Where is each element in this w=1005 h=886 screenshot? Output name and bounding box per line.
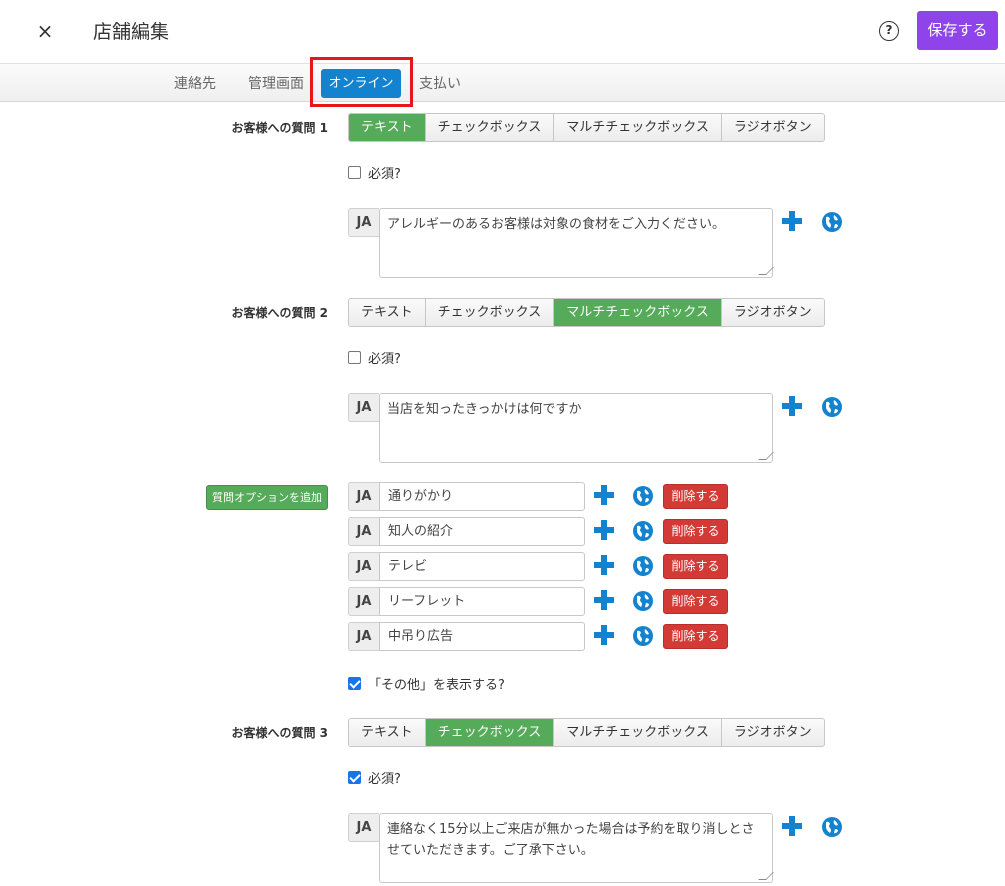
tab-bar: 連絡先 管理画面 オンライン 支払い	[0, 63, 1005, 102]
plus-icon[interactable]	[782, 816, 802, 836]
required-label: 必須?	[368, 772, 401, 787]
tab-highlight-box	[310, 57, 413, 107]
option-input[interactable]: リーフレット	[379, 587, 585, 616]
plus-icon[interactable]	[594, 485, 614, 505]
show-other-checkbox[interactable]: 「その他」を表示する?	[348, 674, 505, 693]
language-badge: JA	[348, 622, 379, 651]
required-checkbox[interactable]: 必須?	[348, 163, 401, 182]
delete-option-button[interactable]: 削除する	[663, 589, 728, 614]
option-input[interactable]: 通りがかり	[379, 482, 585, 511]
question-type-selector: テキスト チェックボックス マルチチェックボックス ラジオボタン	[348, 718, 825, 747]
close-icon[interactable]: ×	[34, 18, 56, 44]
question-label: お客様への質問 2	[231, 306, 328, 320]
plus-icon[interactable]	[594, 625, 614, 645]
option-input[interactable]: 知人の紹介	[379, 517, 585, 546]
required-checkbox[interactable]: 必須?	[348, 768, 401, 787]
type-radio-option[interactable]: ラジオボタン	[721, 299, 824, 326]
type-radio-option[interactable]: ラジオボタン	[721, 719, 824, 746]
option-input[interactable]: テレビ	[379, 552, 585, 581]
question-type-selector: テキスト チェックボックス マルチチェックボックス ラジオボタン	[348, 113, 825, 142]
plus-icon[interactable]	[594, 555, 614, 575]
globe-icon[interactable]	[822, 212, 842, 232]
tab-payment[interactable]: 支払い	[419, 73, 461, 93]
required-label: 必須?	[368, 167, 401, 182]
globe-icon[interactable]	[633, 556, 653, 576]
plus-icon[interactable]	[782, 396, 802, 416]
required-checkbox[interactable]: 必須?	[348, 348, 401, 367]
globe-icon[interactable]	[822, 817, 842, 837]
globe-icon[interactable]	[633, 591, 653, 611]
help-icon[interactable]: ?	[879, 21, 899, 41]
globe-icon[interactable]	[633, 626, 653, 646]
question-type-selector: テキスト チェックボックス マルチチェックボックス ラジオボタン	[348, 298, 825, 327]
globe-icon[interactable]	[633, 486, 653, 506]
delete-option-button[interactable]: 削除する	[663, 484, 728, 509]
tab-contact[interactable]: 連絡先	[174, 73, 216, 93]
save-button[interactable]: 保存する	[917, 11, 998, 50]
question-text-area[interactable]: 当店を知ったきっかけは何ですか	[379, 393, 773, 463]
language-badge: JA	[348, 482, 379, 511]
question-label: お客様への質問 3	[231, 726, 328, 740]
plus-icon[interactable]	[782, 211, 802, 231]
delete-option-button[interactable]: 削除する	[663, 519, 728, 544]
show-other-label: 「その他」を表示する?	[368, 678, 505, 693]
language-badge: JA	[348, 552, 379, 581]
delete-option-button[interactable]: 削除する	[663, 554, 728, 579]
language-badge: JA	[348, 813, 379, 842]
type-checkbox-option[interactable]: チェックボックス	[425, 719, 555, 746]
language-badge: JA	[348, 517, 379, 546]
language-badge: JA	[348, 587, 379, 616]
question-label: お客様への質問 1	[231, 121, 328, 135]
checkbox-box[interactable]	[348, 677, 361, 690]
plus-icon[interactable]	[594, 590, 614, 610]
option-input[interactable]: 中吊り広告	[379, 622, 585, 651]
checkbox-box[interactable]	[348, 771, 361, 784]
question-text-area[interactable]: 連絡なく15分以上ご来店が無かった場合は予約を取り消しとさせていただきます。ご了…	[379, 813, 773, 883]
type-radio-option[interactable]: ラジオボタン	[721, 114, 824, 141]
tab-admin[interactable]: 管理画面	[248, 73, 304, 93]
type-text-option[interactable]: テキスト	[349, 719, 426, 746]
type-multi-checkbox-option[interactable]: マルチチェックボックス	[554, 299, 722, 326]
add-option-button[interactable]: 質問オプションを追加	[206, 485, 328, 510]
language-badge: JA	[348, 208, 379, 237]
plus-icon[interactable]	[594, 520, 614, 540]
type-checkbox-option[interactable]: チェックボックス	[425, 299, 555, 326]
type-text-option[interactable]: テキスト	[349, 114, 426, 141]
delete-option-button[interactable]: 削除する	[663, 624, 728, 649]
globe-icon[interactable]	[822, 397, 842, 417]
language-badge: JA	[348, 393, 379, 422]
top-bar: × 店舗編集 ? 保存する	[0, 0, 1005, 63]
type-text-option[interactable]: テキスト	[349, 299, 426, 326]
checkbox-box[interactable]	[348, 351, 361, 364]
type-multi-checkbox-option[interactable]: マルチチェックボックス	[554, 719, 722, 746]
type-checkbox-option[interactable]: チェックボックス	[425, 114, 555, 141]
question-text-area[interactable]: アレルギーのあるお客様は対象の食材をご入力ください。	[379, 208, 773, 278]
type-multi-checkbox-option[interactable]: マルチチェックボックス	[554, 114, 722, 141]
page-title: 店舗編集	[93, 21, 170, 43]
globe-icon[interactable]	[633, 521, 653, 541]
required-label: 必須?	[368, 352, 401, 367]
checkbox-box[interactable]	[348, 166, 361, 179]
